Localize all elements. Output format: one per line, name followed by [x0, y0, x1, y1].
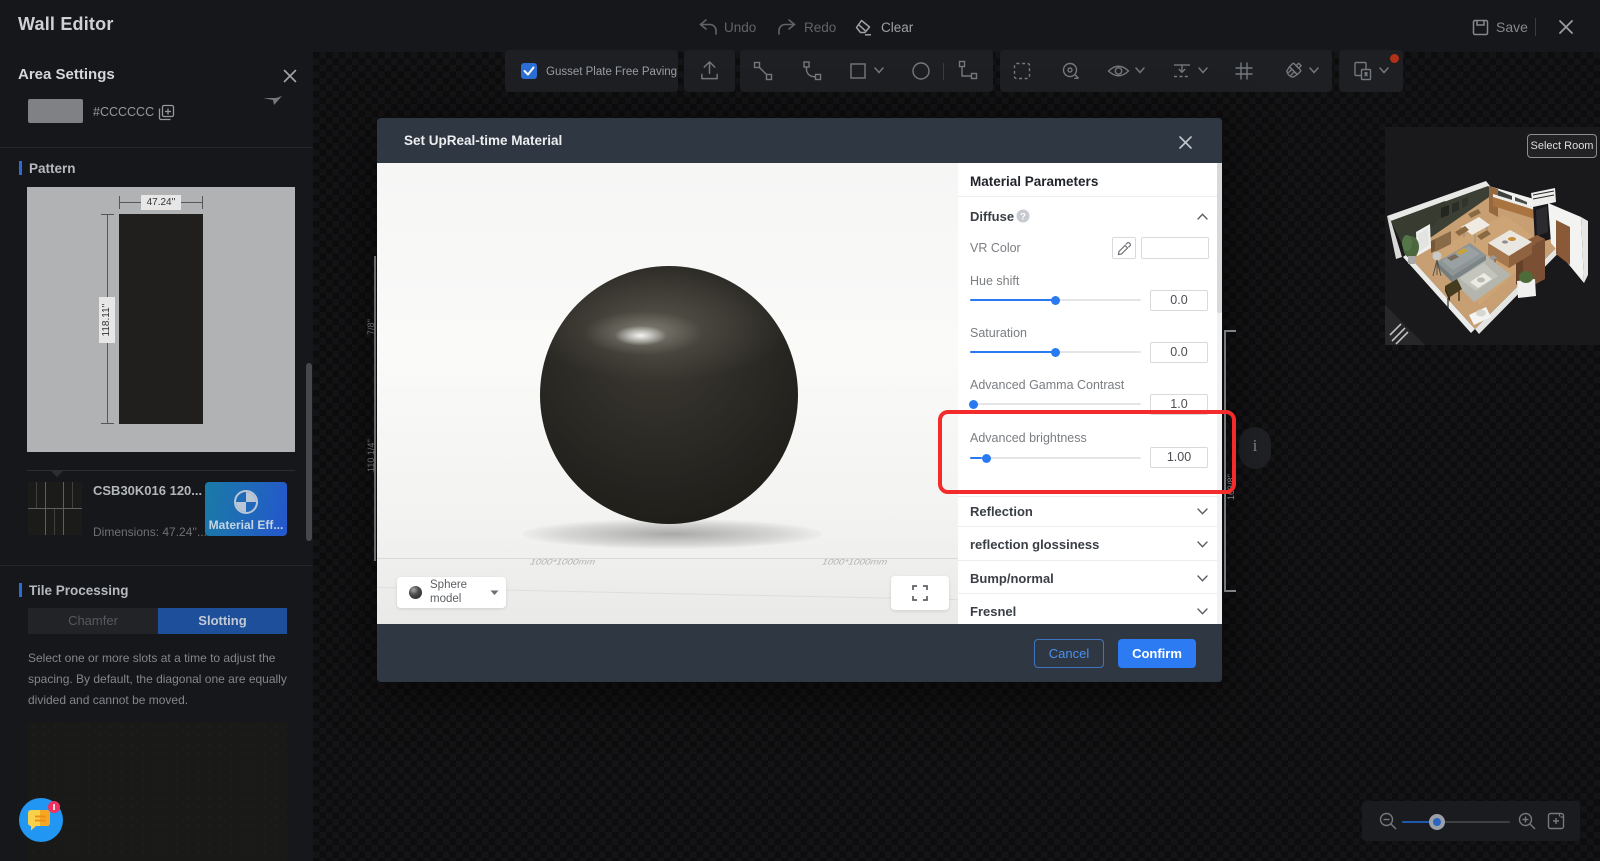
svg-text:?: ?: [1020, 212, 1026, 223]
